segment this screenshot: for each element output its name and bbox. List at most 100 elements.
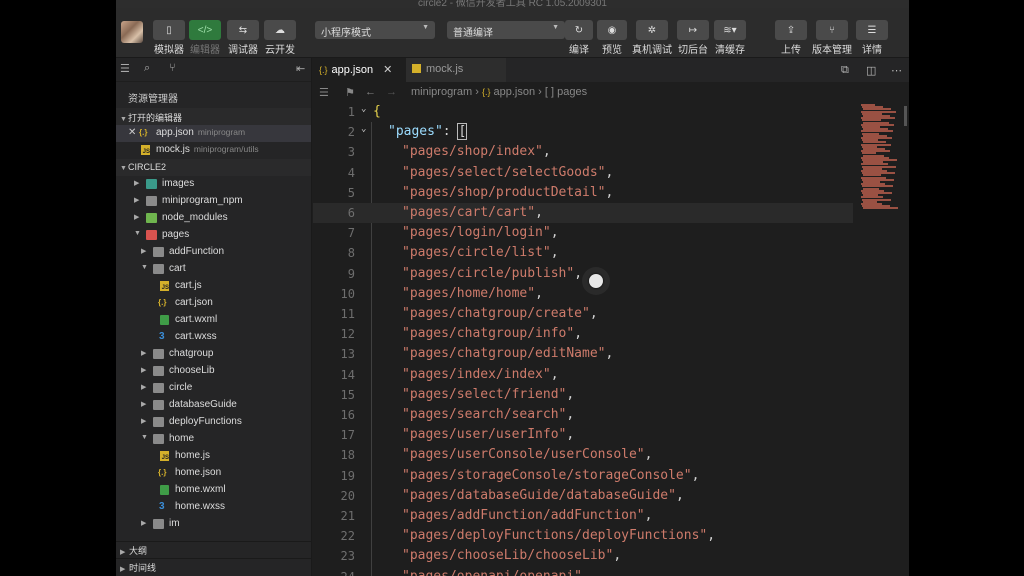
outline-label: 大纲 <box>129 546 148 556</box>
timeline-header[interactable]: ▶ 时间线 <box>116 558 311 574</box>
eye-icon[interactable]: ◉ <box>597 20 627 40</box>
tree-item-im[interactable]: ▶ im <box>116 516 311 533</box>
back-arrow-icon[interactable]: ← <box>365 86 376 98</box>
more-icon[interactable]: ⋯ <box>891 64 902 77</box>
code-line[interactable]: 11 "pages/chatgroup/create", <box>313 304 853 324</box>
tree-item-home-json[interactable]: {.} home.json <box>116 465 311 482</box>
collapse-icon[interactable]: ⇤ <box>296 62 305 75</box>
open-editor-item[interactable]: ✕ {.} app.json miniprogram <box>116 125 311 142</box>
bug-icon[interactable]: ✲ <box>636 20 668 40</box>
breadcrumb-root[interactable]: miniprogram <box>411 86 472 98</box>
code-line[interactable]: 22 "pages/deployFunctions/deployFunctions… <box>313 526 853 546</box>
breadcrumb-node[interactable]: pages <box>557 86 587 98</box>
compile-label: 编译 <box>569 45 589 56</box>
tree-item-home[interactable]: ▼ home <box>116 431 311 448</box>
tree-item-chooselib[interactable]: ▶ chooseLib <box>116 363 311 380</box>
code-line[interactable]: 12 "pages/chatgroup/info", <box>313 324 853 344</box>
tree-item-images[interactable]: ▶ images <box>116 176 311 193</box>
tree-item-label: pages <box>162 229 190 240</box>
code-line[interactable]: 14 "pages/index/index", <box>313 365 853 385</box>
list-icon[interactable]: ☰ <box>319 86 329 99</box>
wxml-file-icon <box>160 485 169 495</box>
tab-mock-js[interactable]: mock.js <box>406 58 506 82</box>
switch-icon[interactable]: ↦ <box>677 20 709 40</box>
js-file-icon: JS <box>160 451 169 461</box>
code-content: "pages/addFunction/addFunction", <box>402 508 653 523</box>
code-line[interactable]: 23 "pages/chooseLib/chooseLib", <box>313 546 853 566</box>
code-text: "pages/addFunction/addFunction" <box>402 508 645 523</box>
git-branch-icon[interactable]: ⑂ <box>169 62 176 74</box>
code-line[interactable]: 15 "pages/select/friend", <box>313 385 853 405</box>
wxss-file-icon: 3 <box>159 331 165 342</box>
code-area[interactable]: 1 ⌄ {2 ⌄ "pages": [3 "pages/shop/index", 4 "pag… <box>313 102 909 576</box>
open-editors-header[interactable]: ▼打开的编辑器 <box>116 108 311 125</box>
tree-item-cart-json[interactable]: {.} cart.json <box>116 295 311 312</box>
code-line[interactable]: 24 "pages/openapi/openapi", <box>313 567 853 576</box>
tree-item-databaseguide[interactable]: ▶ databaseGuide <box>116 397 311 414</box>
code-line[interactable]: 20 "pages/databaseGuide/databaseGuide", <box>313 486 853 506</box>
tree-item-home-wxss[interactable]: 3 home.wxss <box>116 499 311 516</box>
close-icon[interactable]: ✕ <box>128 127 136 138</box>
tree-item-cart-wxss[interactable]: 3 cart.wxss <box>116 329 311 346</box>
compare-icon[interactable]: ⧉ <box>841 64 849 77</box>
code-line[interactable]: 5 "pages/shop/productDetail", <box>313 183 853 203</box>
scrollbar[interactable] <box>904 106 907 126</box>
code-line[interactable]: 4 "pages/select/selectGoods", <box>313 163 853 183</box>
tab-app-json[interactable]: {.} app.json ✕ <box>313 58 406 82</box>
phone-icon[interactable]: ▯ <box>153 20 185 40</box>
avatar[interactable] <box>121 21 143 43</box>
outline-header[interactable]: ▶ 大纲 <box>116 541 311 557</box>
forward-arrow-icon[interactable]: → <box>386 86 397 98</box>
tree-item-cart[interactable]: ▼ cart <box>116 261 311 278</box>
compile-mode-select[interactable]: 普通编译 ▼ <box>447 21 565 39</box>
minimap[interactable] <box>853 102 909 576</box>
code-line[interactable]: 17 "pages/user/userInfo", <box>313 425 853 445</box>
code-line[interactable]: 13 "pages/chatgroup/editName", <box>313 344 853 364</box>
cloud-icon[interactable]: ☁ <box>264 20 296 40</box>
search-icon[interactable]: ⌕ <box>144 62 150 75</box>
layers-icon[interactable]: ≋▾ <box>714 20 746 40</box>
code-line[interactable]: 7 "pages/login/login", <box>313 223 853 243</box>
menu-icon[interactable]: ☰ <box>856 20 888 40</box>
branch-icon[interactable]: ⑂ <box>816 20 848 40</box>
tree-item-home-js[interactable]: JS home.js <box>116 448 311 465</box>
tree-item-miniprogram-npm[interactable]: ▶ miniprogram_npm <box>116 193 311 210</box>
line-number: 6 <box>347 206 355 220</box>
tree-item-cart-js[interactable]: JS cart.js <box>116 278 311 295</box>
fold-chevron-icon[interactable]: ⌄ <box>361 104 366 114</box>
code-icon[interactable]: </> <box>189 20 221 40</box>
explorer-title: 资源管理器 <box>128 94 178 105</box>
code-line[interactable]: 2 ⌄ "pages": [ <box>313 122 853 142</box>
fold-chevron-icon[interactable]: ⌄ <box>361 124 366 134</box>
code-text: "pages/select/selectGoods" <box>402 164 606 180</box>
close-icon[interactable]: ✕ <box>383 64 392 76</box>
project-header[interactable]: ▼CIRCLE2 <box>116 159 311 176</box>
tree-item-node-modules[interactable]: ▶ node_modules <box>116 210 311 227</box>
open-editor-item[interactable]: JS mock.js miniprogram/utils <box>116 142 311 159</box>
code-line[interactable]: 6 "pages/cart/cart", <box>313 203 853 224</box>
code-text: "pages/circle/list" <box>402 245 551 261</box>
tree-item-cart-wxml[interactable]: cart.wxml <box>116 312 311 329</box>
tree-item-circle[interactable]: ▶ circle <box>116 380 311 397</box>
refresh-icon[interactable]: ↻ <box>565 20 593 40</box>
breadcrumb-file[interactable]: app.json <box>494 86 536 98</box>
debug-icon[interactable]: ⇆ <box>227 20 259 40</box>
code-line[interactable]: 1 ⌄ { <box>313 102 853 122</box>
code-line[interactable]: 21 "pages/addFunction/addFunction", <box>313 506 853 526</box>
tree-item-deployfunctions[interactable]: ▶ deployFunctions <box>116 414 311 431</box>
mode-select[interactable]: 小程序模式 ▼ <box>315 21 435 39</box>
tree-item-pages[interactable]: ▼ pages <box>116 227 311 244</box>
tree-item-home-wxml[interactable]: home.wxml <box>116 482 311 499</box>
code-line[interactable]: 19 "pages/storageConsole/storageConsole", <box>313 466 853 486</box>
code-line[interactable]: 18 "pages/userConsole/userConsole", <box>313 445 853 465</box>
tree-item-chatgroup[interactable]: ▶ chatgroup <box>116 346 311 363</box>
list-icon[interactable]: ☰ <box>120 62 130 75</box>
code-line[interactable]: 3 "pages/shop/index", <box>313 142 853 162</box>
tree-item-addfunction[interactable]: ▶ addFunction <box>116 244 311 261</box>
bookmark-icon[interactable]: ⚑ <box>345 86 355 99</box>
code-line[interactable]: 16 "pages/search/search", <box>313 405 853 425</box>
code-text: "pages/deployFunctions/deployFunctions" <box>402 528 708 544</box>
code-line[interactable]: 8 "pages/circle/list", <box>313 243 853 263</box>
split-editor-icon[interactable]: ◫ <box>866 64 876 77</box>
upload-icon[interactable]: ⇪ <box>775 20 807 40</box>
